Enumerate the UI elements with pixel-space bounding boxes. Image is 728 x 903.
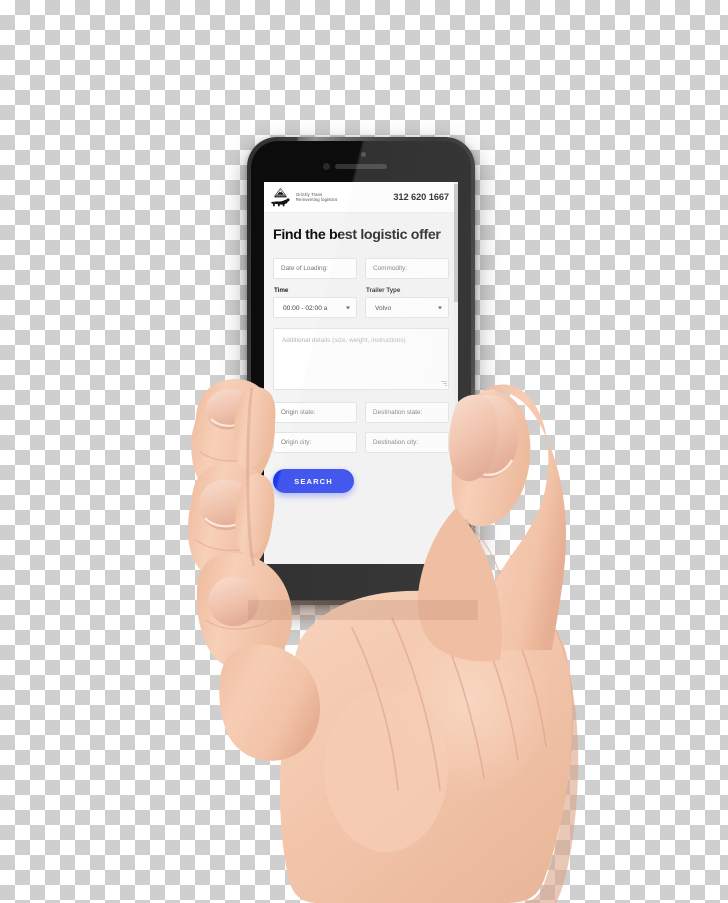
middle-fingernail <box>199 479 254 531</box>
chevron-down-icon <box>346 306 350 309</box>
field-destination-state <box>365 401 449 423</box>
form-row-cities <box>273 431 449 453</box>
site-header: GRIZZLY TRANS Grizzly Trans Reinventing … <box>264 182 458 213</box>
time-select-value: 00:00 - 02:00 a <box>283 305 328 312</box>
resize-grip-icon[interactable] <box>440 381 447 388</box>
brand-text: Grizzly Trans Reinventing logistics <box>296 192 337 203</box>
index-nail-edge <box>210 418 247 427</box>
header-phone-number[interactable]: 312 620 1667 <box>393 192 449 202</box>
middle-nail-edge <box>204 517 247 528</box>
field-time: Time 00:00 - 02:00 a <box>273 287 357 318</box>
proximity-sensor-icon <box>361 152 366 157</box>
time-label: Time <box>274 287 289 294</box>
pinky-finger <box>219 644 320 761</box>
field-commodity <box>365 257 449 279</box>
phone-screen: GRIZZLY TRANS Grizzly Trans Reinventing … <box>264 182 458 564</box>
phone-front-glass: GRIZZLY TRANS Grizzly Trans Reinventing … <box>251 141 471 601</box>
brand-block[interactable]: GRIZZLY TRANS Grizzly Trans Reinventing … <box>270 187 337 207</box>
field-trailer-type: Trailer Type Volvo <box>365 287 449 318</box>
earpiece-speaker-icon <box>335 164 387 169</box>
time-select[interactable]: 00:00 - 02:00 a <box>273 297 357 318</box>
field-origin-state <box>273 401 357 423</box>
page-scrollbar-thumb[interactable] <box>454 184 458 302</box>
commodity-input[interactable] <box>365 258 449 279</box>
chevron-down-icon <box>438 306 442 309</box>
smartphone-device: GRIZZLY TRANS Grizzly Trans Reinventing … <box>247 137 475 605</box>
field-date-of-loading <box>273 257 357 279</box>
hand-palm <box>280 590 574 903</box>
thumb-base-mound <box>324 688 448 852</box>
origin-state-input[interactable] <box>273 402 357 423</box>
form-row-states <box>273 401 449 423</box>
form-row-date-commodity <box>273 257 449 279</box>
date-of-loading-input[interactable] <box>273 258 357 279</box>
additional-details-textarea[interactable]: Additional details (size, weight, instru… <box>273 328 449 390</box>
palm-creases <box>351 609 547 791</box>
palm-highlight <box>388 604 552 796</box>
mockup-scene: GRIZZLY TRANS Grizzly Trans Reinventing … <box>0 0 728 903</box>
thumb <box>482 384 566 650</box>
field-origin-city <box>273 431 357 453</box>
field-destination-city <box>365 431 449 453</box>
grizzly-bear-logo-icon: GRIZZLY TRANS <box>270 187 290 206</box>
additional-details-placeholder: Additional details (size, weight, instru… <box>282 337 406 344</box>
front-camera-icon <box>323 163 330 170</box>
field-additional-details: Additional details (size, weight, instru… <box>273 328 449 390</box>
page-body: Find the best logistic offer Time <box>264 227 458 493</box>
destination-city-input[interactable] <box>365 432 449 453</box>
trailer-type-label: Trailer Type <box>366 287 401 294</box>
page-title: Find the best logistic offer <box>273 227 441 243</box>
form-row-time-trailer: Time 00:00 - 02:00 a Trailer Type Volvo <box>273 287 449 318</box>
hand-outer-shadow <box>516 616 579 903</box>
brand-tagline: Reinventing logistics <box>296 197 338 202</box>
trailer-type-select-value: Volvo <box>375 305 392 312</box>
trailer-type-select[interactable]: Volvo <box>365 297 449 318</box>
index-fingernail <box>205 389 252 430</box>
origin-city-input[interactable] <box>273 432 357 453</box>
search-button[interactable]: SEARCH <box>273 469 354 493</box>
destination-state-input[interactable] <box>365 402 449 423</box>
page-scrollbar[interactable] <box>454 182 458 564</box>
